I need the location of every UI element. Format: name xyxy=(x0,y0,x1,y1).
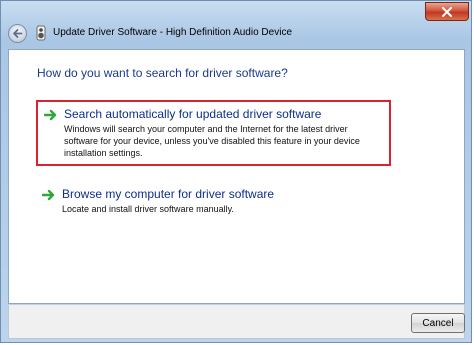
page-heading: How do you want to search for driver sof… xyxy=(37,66,288,80)
browse-computer-option[interactable]: Browse my computer for driver software L… xyxy=(36,182,391,220)
green-arrow-icon xyxy=(42,189,55,201)
option-title: Browse my computer for driver software xyxy=(62,187,275,201)
option-description: Windows will search your computer and th… xyxy=(64,124,360,158)
close-icon xyxy=(442,6,452,17)
green-arrow-icon xyxy=(44,109,57,121)
cancel-button[interactable]: Cancel xyxy=(411,313,465,333)
option-description: Locate and install driver software manua… xyxy=(62,204,234,214)
audio-device-icon xyxy=(33,25,49,41)
title-bar: Update Driver Software - High Definition… xyxy=(1,1,471,47)
dialog-window: Update Driver Software - High Definition… xyxy=(0,0,472,343)
window-title: Update Driver Software - High Definition… xyxy=(53,27,292,38)
option-title: Search automatically for updated driver … xyxy=(64,107,322,121)
search-automatically-option[interactable]: Search automatically for updated driver … xyxy=(36,100,391,166)
close-button[interactable] xyxy=(425,2,469,21)
button-bar: Cancel xyxy=(8,305,465,339)
back-arrow-icon xyxy=(13,29,23,38)
content-panel: How do you want to search for driver sof… xyxy=(8,49,465,304)
back-button[interactable] xyxy=(8,24,27,43)
